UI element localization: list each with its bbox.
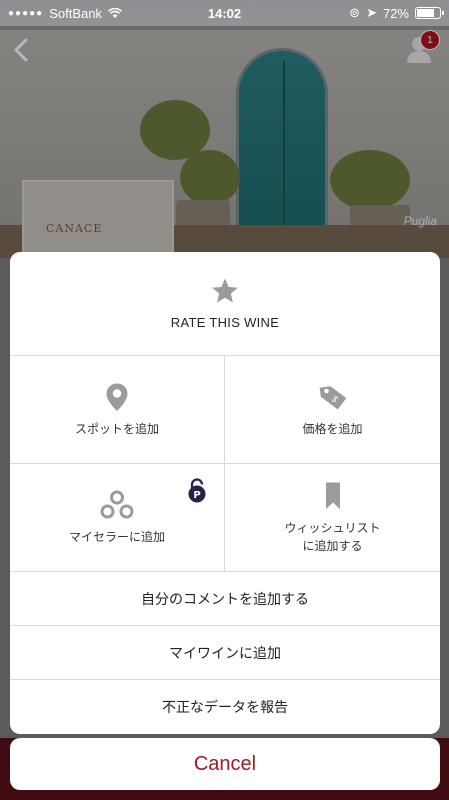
- cancel-button[interactable]: Cancel: [10, 738, 440, 790]
- add-spot-label: スポットを追加: [74, 421, 159, 436]
- add-to-cellar-button[interactable]: P マイセラーに追加: [10, 464, 225, 572]
- battery-percent: 72%: [382, 5, 409, 21]
- rate-wine-label: RATE THIS WINE: [170, 315, 280, 330]
- cellar-icon: [100, 490, 134, 518]
- location-arrow-icon: ➤: [366, 5, 377, 20]
- add-to-wishlist-label-line2: に追加する: [302, 538, 363, 553]
- add-to-cellar-label: マイセラーに追加: [68, 529, 165, 544]
- add-to-wishlist-button[interactable]: ウィッシュリスト に追加する: [225, 464, 440, 572]
- action-sheet: RATE THIS WINE スポットを追加 $ 価格を追加 P マイセラーに追…: [10, 252, 440, 734]
- svg-text:P: P: [193, 490, 200, 501]
- location-pin-icon: [106, 383, 128, 411]
- add-to-wishlist-label-line1: ウィッシュリスト: [284, 520, 381, 535]
- screen: ●●●●● SoftBank 14:02 ⊚ ➤ 72% 1 Puglia CA…: [0, 0, 449, 800]
- status-bar: ●●●●● SoftBank 14:02 ⊚ ➤ 72%: [0, 0, 449, 26]
- add-my-wine-button[interactable]: マイワインに追加: [10, 626, 440, 680]
- add-price-label: 価格を追加: [302, 421, 363, 436]
- star-icon: [212, 278, 238, 303]
- wifi-icon: [108, 7, 122, 18]
- add-comment-label: 自分のコメントを追加する: [141, 591, 309, 608]
- rate-wine-button[interactable]: RATE THIS WINE: [10, 252, 440, 356]
- premium-lock-icon: P: [188, 478, 206, 503]
- add-my-wine-label: マイワインに追加: [169, 645, 281, 662]
- signal-icon: ●●●●●: [8, 7, 44, 19]
- action-grid: スポットを追加 $ 価格を追加 P マイセラーに追加 ウィッシュリスト に追加す…: [10, 356, 440, 572]
- carrier-name: SoftBank: [49, 5, 102, 21]
- add-comment-button[interactable]: 自分のコメントを追加する: [10, 572, 440, 626]
- price-tag-icon: $: [319, 385, 346, 409]
- bookmark-icon: [325, 482, 340, 509]
- add-price-button[interactable]: $ 価格を追加: [225, 356, 440, 464]
- battery-icon: [415, 7, 444, 19]
- add-spot-button[interactable]: スポットを追加: [10, 356, 225, 464]
- report-data-label: 不正なデータを報告: [162, 700, 288, 716]
- report-data-button[interactable]: 不正なデータを報告: [10, 680, 440, 734]
- rotation-lock-icon: ⊚: [349, 5, 361, 20]
